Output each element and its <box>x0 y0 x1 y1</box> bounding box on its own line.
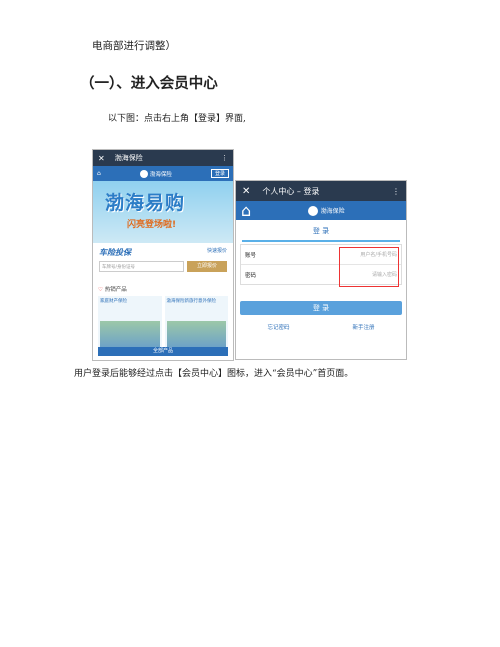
divider <box>242 240 400 242</box>
product-image <box>100 321 160 349</box>
section-heading: （一）、进入会员中心 <box>80 75 218 92</box>
login-button[interactable]: 登 录 <box>240 301 402 315</box>
page-title: 个人中心 – 登录 <box>262 186 320 196</box>
hot-products-label: ♡ 热销产品 <box>93 285 233 294</box>
title-bar: ✕ 渤海保险 ⋮ <box>93 150 233 166</box>
logo-icon <box>307 205 318 216</box>
plate-input[interactable]: 车牌号/身份证号 <box>99 261 184 272</box>
menu-icon[interactable]: ⋮ <box>221 154 228 162</box>
banner-title: 渤海易购 <box>105 192 186 214</box>
forgot-password-link[interactable]: 忘记密码 <box>267 323 289 331</box>
title-bar: ✕ 个人中心 – 登录 ⋮ <box>236 181 406 201</box>
app-title: 渤海保险 <box>114 154 143 162</box>
home-icon[interactable]: ⌂ <box>97 170 101 177</box>
all-products-button[interactable]: 全部产品 <box>98 347 228 356</box>
highlight-box <box>339 247 399 287</box>
quick-quote-link[interactable]: 快速报价 <box>207 247 227 258</box>
phone-screenshot-home: ✕ 渤海保险 ⋮ ⌂ 渤海保险 登录 渤海易购 闪亮登场啦! 车险投保 快速报价… <box>92 149 234 361</box>
banner[interactable]: 渤海易购 闪亮登场啦! <box>93 181 233 243</box>
close-icon[interactable]: ✕ <box>98 154 105 163</box>
hot-label-text: 热销产品 <box>104 287 127 293</box>
card-title: 家庭财产保险 <box>100 299 127 304</box>
car-title: 车险投保 <box>99 248 131 257</box>
banner-subtitle: 闪亮登场啦! <box>127 220 177 230</box>
logo-text: 渤海保险 <box>320 208 345 215</box>
close-icon[interactable]: ✕ <box>242 186 250 197</box>
nav-bar: ⌂ 渤海保险 <box>236 201 406 220</box>
phone-screenshot-login: ✕ 个人中心 – 登录 ⋮ ⌂ 渤海保险 登 录 账号 用户名/手机号码 密码 … <box>235 180 407 360</box>
intro-text: 以下图：点击右上角【登录】界面, <box>108 114 246 124</box>
product-card[interactable]: 家庭财产保险 <box>98 296 162 351</box>
product-image <box>166 321 226 349</box>
logo: 渤海保险 <box>307 205 345 216</box>
account-label: 账号 <box>245 252 257 259</box>
home-icon[interactable]: ⌂ <box>241 201 251 220</box>
product-card[interactable]: 渤海保险新旅行意外保险 <box>164 296 228 351</box>
logo-icon <box>139 169 148 178</box>
doc-text-top: 电商部进行调整） <box>92 40 176 52</box>
login-section-title: 登 录 <box>312 227 330 235</box>
logo-text: 渤海保险 <box>149 171 172 178</box>
login-button[interactable]: 登录 <box>210 169 229 178</box>
card-title: 渤海保险新旅行意外保险 <box>166 299 217 304</box>
menu-icon[interactable]: ⋮ <box>392 187 400 196</box>
heart-icon: ♡ <box>98 287 103 293</box>
logo: 渤海保险 <box>139 169 172 178</box>
quote-button[interactable]: 立即报价 <box>187 261 227 272</box>
register-link[interactable]: 新手注册 <box>352 323 374 331</box>
car-insurance-panel: 车险投保 快速报价 车牌号/身份证号 立即报价 <box>93 243 233 285</box>
password-label: 密码 <box>245 272 257 279</box>
after-text: 用户登录后能够经过点击【会员中心】图标，进入“会员中心”首页面。 <box>74 369 354 379</box>
nav-bar: ⌂ 渤海保险 登录 <box>93 166 233 181</box>
